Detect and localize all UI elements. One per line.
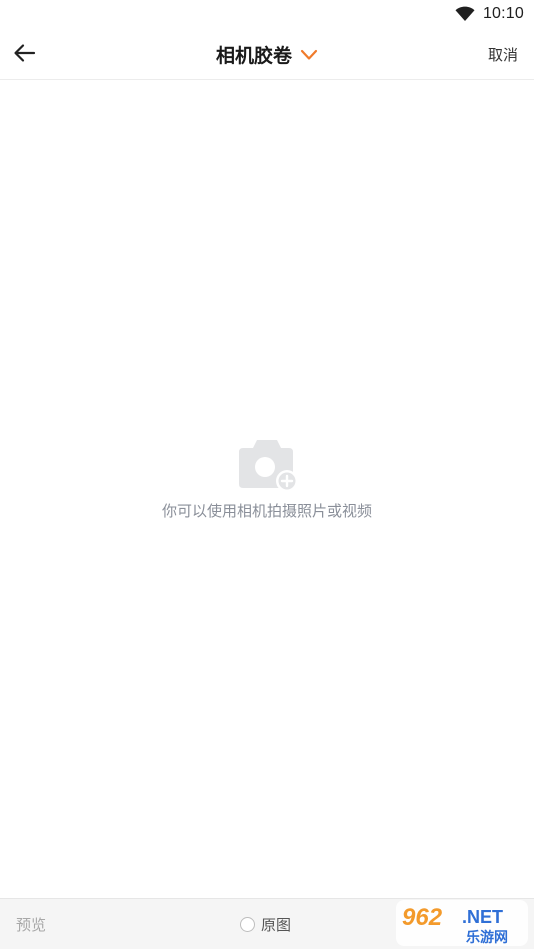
album-title[interactable]: 相机胶卷 [216,41,292,68]
status-bar: 10:10 [0,0,534,28]
svg-text:962: 962 [402,904,443,931]
empty-message: 你可以使用相机拍摄照片或视频 [161,502,372,520]
cancel-button[interactable]: 取消 [488,28,518,80]
camera-add-icon [239,440,298,492]
arrow-left-icon [14,44,36,62]
nav-bar: 相机胶卷 取消 [0,28,534,80]
original-toggle[interactable]: 原图 [240,899,291,949]
svg-text:乐游网: 乐游网 [466,929,508,946]
back-button[interactable] [12,40,38,66]
title-group: 相机胶卷 [0,28,534,80]
original-radio[interactable] [240,916,255,932]
status-time: 10:10 [482,5,524,22]
empty-state: 你可以使用相机拍摄照片或视频 [0,434,534,521]
chevron-down-icon[interactable] [300,49,318,61]
svg-text:.NET: .NET [462,907,503,927]
original-label: 原图 [261,915,292,934]
wifi-icon [455,6,475,21]
watermark-logo: 962 .NET 乐游网 [396,900,528,946]
preview-button[interactable]: 预览 [16,899,46,949]
